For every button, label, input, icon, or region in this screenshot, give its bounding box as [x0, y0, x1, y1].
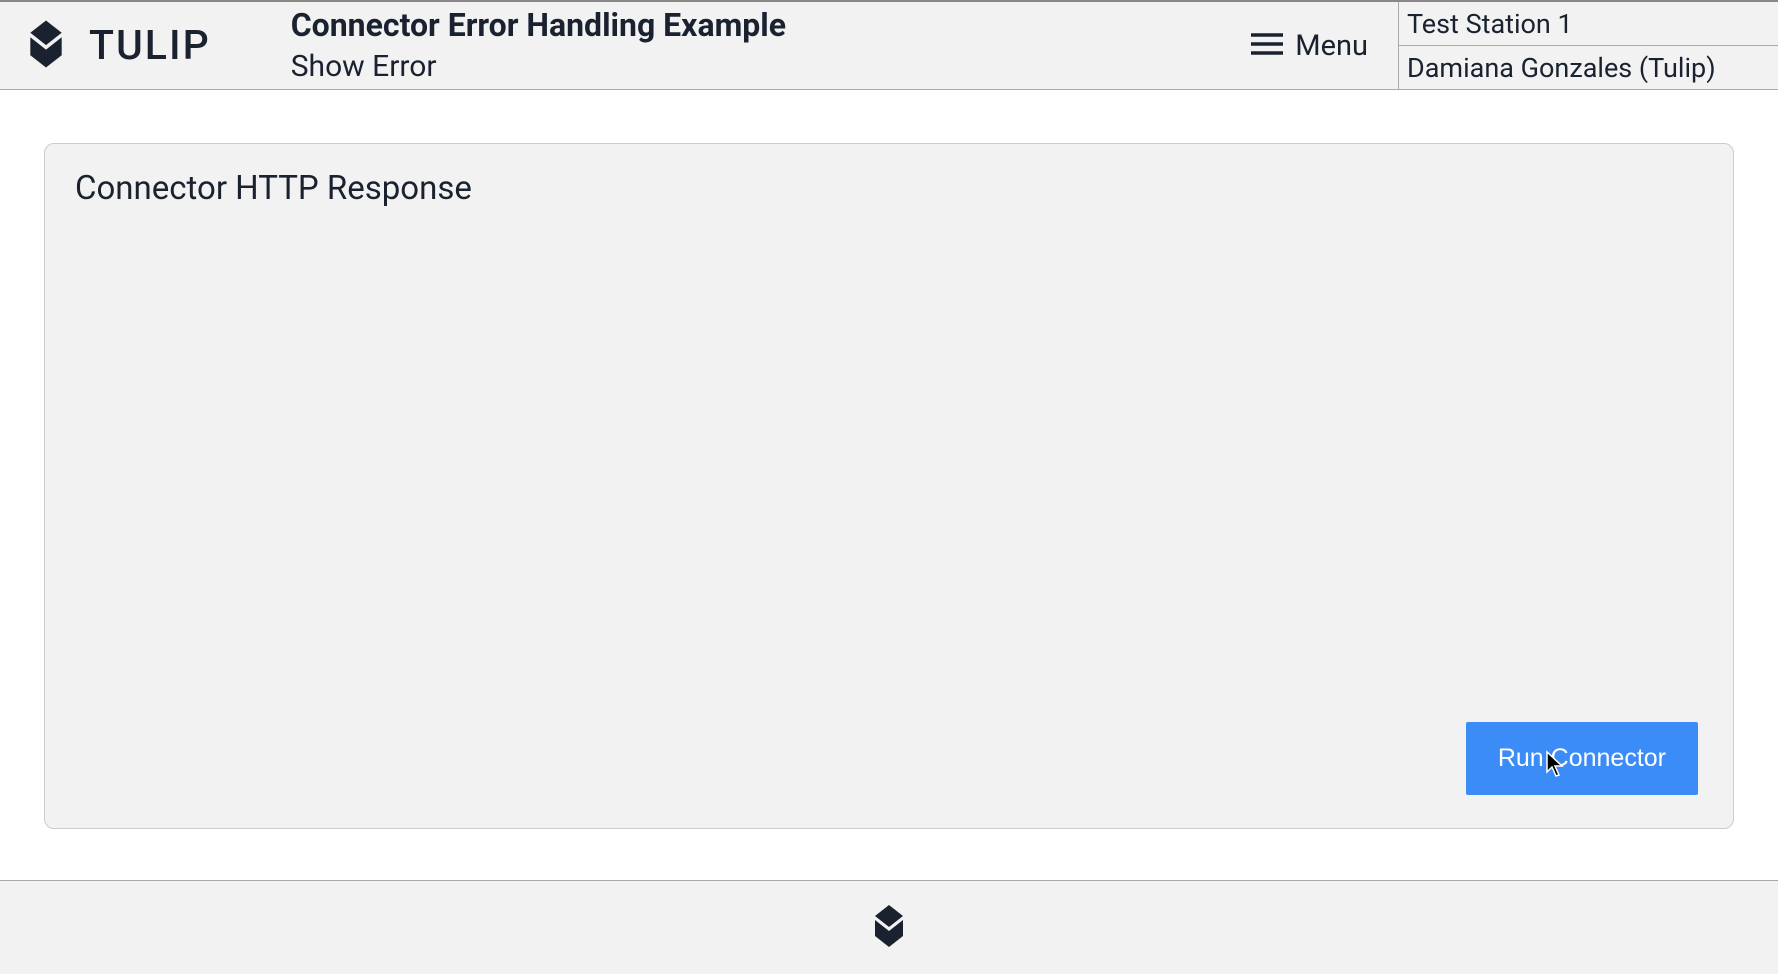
user-name: Damiana Gonzales (Tulip) — [1399, 46, 1778, 89]
main-content: Connector HTTP Response Run Connector — [0, 90, 1778, 882]
logo-section: TULIP — [0, 2, 231, 89]
response-panel: Connector HTTP Response Run Connector — [44, 143, 1734, 829]
title-section: Connector Error Handling Example Show Er… — [231, 2, 1222, 89]
menu-button[interactable]: Menu — [1221, 2, 1398, 89]
logo-text: TULIP — [89, 22, 211, 70]
menu-label: Menu — [1295, 29, 1368, 63]
hamburger-icon — [1251, 32, 1283, 60]
run-connector-button[interactable]: Run Connector — [1466, 722, 1698, 795]
app-subtitle: Show Error — [291, 47, 1162, 86]
panel-title: Connector HTTP Response — [75, 169, 1703, 208]
app-header: TULIP Connector Error Handling Example S… — [0, 0, 1778, 90]
info-section: Test Station 1 Damiana Gonzales (Tulip) — [1398, 2, 1778, 89]
app-footer — [0, 880, 1778, 974]
tulip-logo-icon — [18, 16, 74, 76]
app-title: Connector Error Handling Example — [291, 5, 1162, 47]
station-name: Test Station 1 — [1399, 2, 1778, 46]
tulip-footer-icon — [864, 901, 914, 955]
